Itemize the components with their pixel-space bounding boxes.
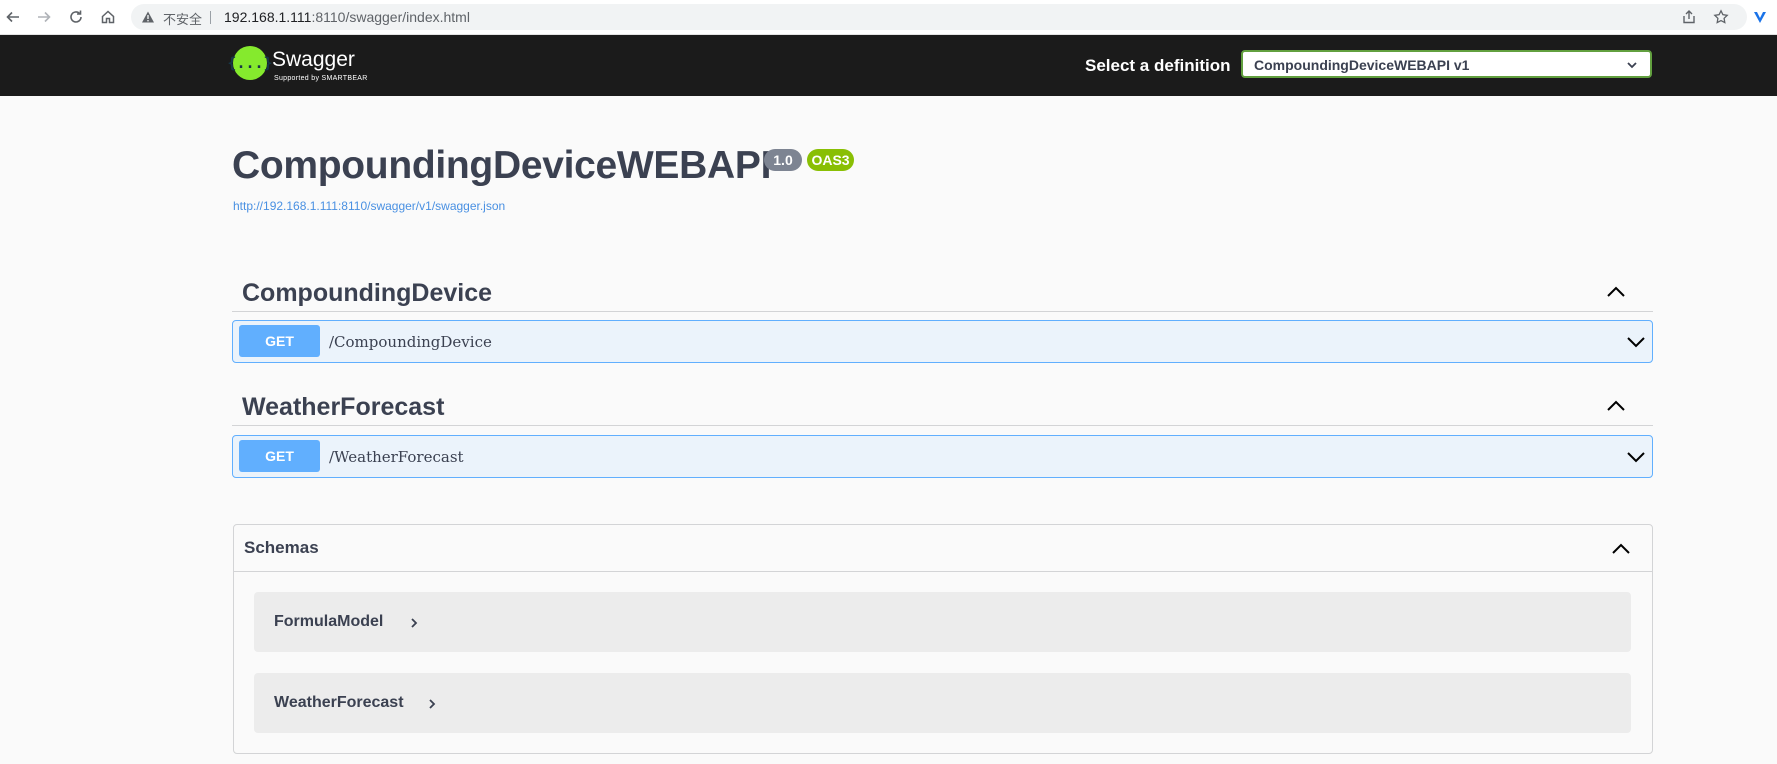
share-icon bbox=[1683, 10, 1695, 24]
chevron-up-icon[interactable] bbox=[1610, 538, 1632, 560]
extension-button[interactable] bbox=[1751, 8, 1769, 26]
back-arrow-icon bbox=[6, 11, 19, 23]
oas-badge: OAS3 bbox=[807, 149, 854, 171]
url-text: 192.168.1.111:8110/swagger/index.html bbox=[224, 9, 470, 25]
chevron-down-icon[interactable] bbox=[1626, 447, 1646, 467]
http-method-badge: GET bbox=[239, 325, 320, 357]
operation-path: /CompoundingDevice bbox=[329, 333, 492, 351]
swagger-logo-title[interactable]: Swagger bbox=[272, 48, 355, 72]
omnibox-separator bbox=[210, 11, 211, 24]
back-button[interactable] bbox=[2, 6, 24, 28]
selected-definition: CompoundingDeviceWEBAPI v1 bbox=[1254, 57, 1470, 73]
reload-button[interactable] bbox=[65, 6, 87, 28]
model-name: FormulaModel bbox=[274, 613, 384, 630]
schemas-title: Schemas bbox=[244, 538, 319, 557]
extension-v-icon bbox=[1754, 12, 1766, 23]
http-method-badge: GET bbox=[239, 440, 320, 472]
model-name: WeatherForecast bbox=[274, 694, 404, 711]
forward-arrow-icon bbox=[38, 11, 51, 23]
url-host: 192.168.1.111 bbox=[224, 9, 312, 25]
address-bar[interactable]: 不安全 192.168.1.111:8110/swagger/index.htm… bbox=[131, 4, 1747, 30]
schemas-header[interactable]: Schemas bbox=[234, 525, 1652, 572]
definition-select[interactable]: CompoundingDeviceWEBAPI v1 bbox=[1241, 50, 1652, 78]
url-path: :8110/swagger/index.html bbox=[311, 9, 470, 25]
chevron-down-icon[interactable] bbox=[1626, 332, 1646, 352]
tag-name: WeatherForecast bbox=[242, 393, 445, 421]
reload-icon bbox=[70, 10, 82, 23]
swagger-json-link[interactable]: http://192.168.1.111:8110/swagger/v1/swa… bbox=[233, 199, 505, 213]
chevron-up-icon[interactable] bbox=[1605, 395, 1627, 417]
model-formulamodel[interactable]: FormulaModel bbox=[254, 592, 1631, 652]
home-button[interactable] bbox=[97, 6, 119, 28]
api-title: CompoundingDeviceWEBAPI bbox=[232, 144, 772, 187]
home-icon bbox=[101, 10, 115, 24]
operation-get-weatherforecast[interactable]: GET /WeatherForecast bbox=[232, 435, 1653, 478]
definition-select-label: Select a definition bbox=[1085, 56, 1231, 75]
tag-header-weatherforecast[interactable]: WeatherForecast bbox=[232, 385, 1653, 426]
insecure-label: 不安全 bbox=[163, 12, 203, 27]
swagger-logo-subtitle: Supported by SMARTBEAR bbox=[274, 75, 368, 82]
version-badge: 1.0 bbox=[764, 149, 802, 171]
swagger-logo-icon[interactable]: {...} bbox=[227, 46, 273, 80]
chevron-down-icon bbox=[1627, 62, 1637, 69]
warning-icon bbox=[142, 11, 154, 23]
operation-path: /WeatherForecast bbox=[329, 448, 464, 466]
bookmark-button[interactable] bbox=[1712, 8, 1730, 26]
model-weatherforecast[interactable]: WeatherForecast bbox=[254, 673, 1631, 733]
operation-get-compoundingdevice[interactable]: GET /CompoundingDevice bbox=[232, 320, 1653, 363]
tag-name: CompoundingDevice bbox=[242, 279, 493, 307]
chevron-right-icon[interactable] bbox=[408, 617, 420, 629]
tag-header-compoundingdevice[interactable]: CompoundingDevice bbox=[232, 271, 1653, 312]
schemas-section: Schemas FormulaModel WeatherForecast bbox=[233, 524, 1653, 754]
chevron-right-icon[interactable] bbox=[426, 698, 438, 710]
share-button[interactable] bbox=[1680, 8, 1698, 26]
star-icon bbox=[1713, 9, 1729, 24]
browser-toolbar: 不安全 192.168.1.111:8110/swagger/index.htm… bbox=[0, 0, 1777, 35]
swagger-topbar: {...} Swagger Supported by SMARTBEAR Sel… bbox=[0, 35, 1777, 96]
forward-button[interactable] bbox=[33, 6, 55, 28]
chevron-up-icon[interactable] bbox=[1605, 281, 1627, 303]
